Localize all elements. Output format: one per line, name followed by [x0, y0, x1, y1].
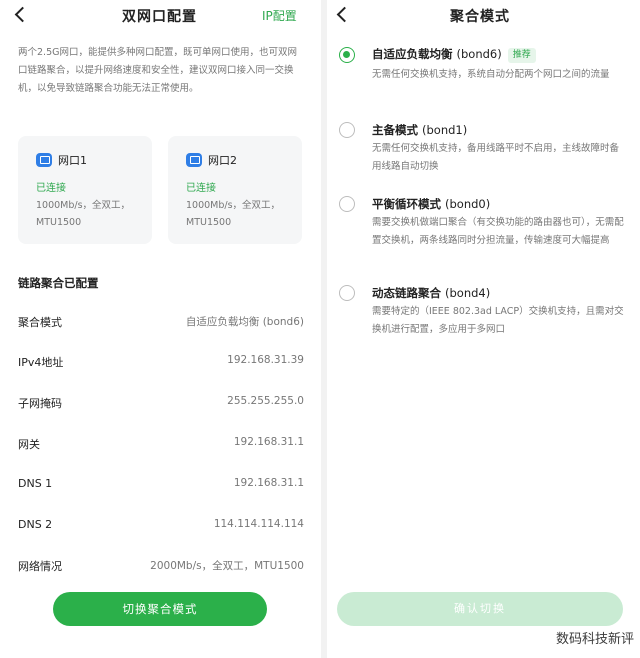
- port-card-2: 网口2 已连接 1000Mb/s，全双工，MTU1500: [168, 136, 302, 244]
- port-card-1: 网口1 已连接 1000Mb/s，全双工，MTU1500: [18, 136, 152, 244]
- option-title: 平衡循环模式 (bond0): [372, 196, 490, 212]
- info-row-gateway: 网关 192.168.31.1: [18, 434, 304, 454]
- option-desc: 无需任何交换机支持，系统自动分配两个网口之间的流量: [372, 69, 610, 80]
- page-title: 聚合模式: [450, 9, 510, 25]
- option-name: 平衡循环模式: [372, 197, 441, 211]
- info-value: 192.168.31.1: [233, 436, 304, 448]
- info-value: 192.168.31.1: [233, 477, 304, 489]
- info-value: 192.168.31.39: [227, 354, 304, 366]
- option-title: 自适应负载均衡 (bond6) 推荐: [372, 46, 536, 63]
- port-status: 已连接: [36, 183, 66, 194]
- option-name: 主备模式: [372, 123, 418, 137]
- info-row-bond-mode: 聚合模式 自适应负载均衡 (bond6): [18, 312, 304, 332]
- option-title: 主备模式 (bond1): [372, 122, 467, 138]
- info-key: DNS 2: [18, 518, 53, 531]
- option-title: 动态链路聚合 (bond4): [372, 285, 490, 301]
- option-code: (bond1): [422, 123, 468, 137]
- option-desc: 需要交换机做端口聚合（有交换功能的路由器也可），无需配置交换机，两条线路同时分担…: [372, 217, 624, 246]
- ip-config-link[interactable]: IP配置: [262, 7, 297, 24]
- section-title: 链路聚合已配置: [18, 276, 99, 290]
- info-key: 网络情况: [18, 560, 62, 573]
- header: 双网口配置 IP配置: [0, 0, 320, 30]
- port-desc: 1000Mb/s，全双工，MTU1500: [36, 200, 131, 228]
- recommended-badge: 推荐: [507, 48, 536, 63]
- info-row-dns1: DNS 1 192.168.31.1: [18, 475, 304, 495]
- info-key: 子网掩码: [18, 397, 62, 410]
- info-value: 255.255.255.0: [227, 395, 304, 407]
- page-title: 双网口配置: [122, 9, 197, 25]
- radio-selected[interactable]: [339, 47, 355, 63]
- header: 聚合模式: [328, 0, 640, 30]
- back-icon[interactable]: [12, 3, 32, 27]
- back-icon[interactable]: [334, 3, 354, 27]
- option-desc: 需要特定的（IEEE 802.3ad LACP）交换机支持，且需对交换机进行配置…: [372, 306, 624, 335]
- option-code: (bond0): [445, 197, 491, 211]
- port-status: 已连接: [186, 183, 216, 194]
- confirm-switch-button[interactable]: 确认切换: [337, 592, 623, 626]
- radio-unselected[interactable]: [339, 196, 355, 212]
- option-desc: 无需任何交换机支持，备用线路平时不启用，主线故障时备用线路自动切换: [372, 143, 620, 172]
- option-code: (bond4): [445, 286, 491, 300]
- dual-port-config-screen: 双网口配置 IP配置 两个2.5G网口，能提供多种网口配置，既可单网口使用，也可…: [0, 0, 320, 658]
- ethernet-port-icon: [186, 153, 202, 167]
- info-key: IPv4地址: [18, 356, 64, 369]
- info-key: 网关: [18, 438, 40, 451]
- info-row-network: 网络情况 2000Mb/s，全双工，MTU1500: [18, 556, 304, 576]
- info-key: 聚合模式: [18, 316, 62, 329]
- radio-unselected[interactable]: [339, 285, 355, 301]
- info-row-subnet: 子网掩码 255.255.255.0: [18, 393, 304, 413]
- port-desc: 1000Mb/s，全双工，MTU1500: [186, 200, 281, 228]
- watermark: 数码科技新评: [555, 632, 634, 647]
- intro-text: 两个2.5G网口，能提供多种网口配置，既可单网口使用，也可双网口链路聚合，以提升…: [18, 47, 297, 94]
- option-name: 动态链路聚合: [372, 286, 441, 300]
- info-row-ipv4: IPv4地址 192.168.31.39: [18, 352, 304, 372]
- port-name: 网口1: [58, 154, 87, 167]
- info-value: 自适应负载均衡 (bond6): [185, 316, 304, 328]
- bond-mode-screen: 聚合模式 自适应负载均衡 (bond6) 推荐 无需任何交换机支持，系统自动分配两…: [328, 0, 640, 658]
- info-row-dns2: DNS 2 114.114.114.114: [18, 516, 304, 536]
- port-name: 网口2: [208, 154, 237, 167]
- ethernet-port-icon: [36, 153, 52, 167]
- info-key: DNS 1: [18, 477, 53, 490]
- info-value: 114.114.114.114: [213, 518, 304, 530]
- switch-bond-mode-button[interactable]: 切换聚合模式: [53, 592, 267, 626]
- radio-unselected[interactable]: [339, 122, 355, 138]
- panel-divider: [321, 0, 327, 658]
- info-value: 2000Mb/s，全双工，MTU1500: [150, 560, 304, 572]
- option-name: 自适应负载均衡: [372, 47, 453, 61]
- option-code: (bond6): [456, 47, 502, 61]
